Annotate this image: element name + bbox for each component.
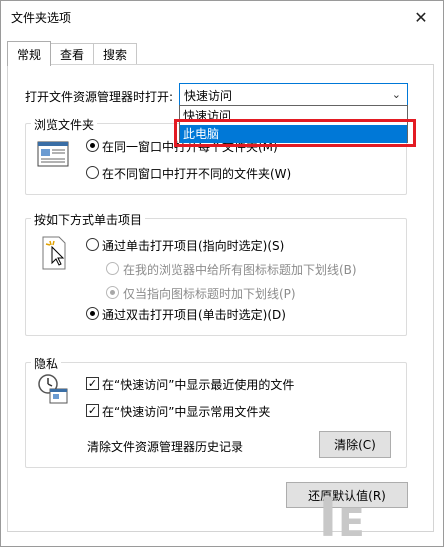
tab-general[interactable]: 常规 <box>7 41 52 66</box>
checkbox-show-recent[interactable]: ✓ <box>86 377 99 390</box>
highlight-annotation <box>174 119 416 147</box>
checkbox-show-recent-label: 在“快速访问”中显示最近使用的文件 <box>102 378 295 392</box>
click-items-title: 按如下方式单击项目 <box>31 211 146 228</box>
chevron-down-icon: ⌄ <box>391 88 401 101</box>
folder-window-icon <box>37 141 69 167</box>
radio-underline-all-label: 在我的浏览器中给所有图标标题加下划线(B) <box>123 263 357 277</box>
radio-new-window[interactable] <box>86 166 99 179</box>
radio-single-click[interactable] <box>86 238 99 251</box>
radio-new-window-label: 在不同窗口中打开不同的文件夹(W) <box>102 167 292 181</box>
watermark-logo: lᴇ <box>319 489 366 547</box>
window-title: 文件夹选项 <box>11 11 72 25</box>
radio-single-click-label: 通过单击打开项目(指向时选定)(S) <box>102 239 285 253</box>
close-button[interactable]: ✕ <box>399 1 443 33</box>
tab-search[interactable]: 搜索 <box>93 43 138 65</box>
title-bar: 文件夹选项 ✕ <box>1 1 443 35</box>
radio-double-click[interactable] <box>86 307 99 320</box>
clear-history-label: 清除文件资源管理器历史记录 <box>87 440 244 454</box>
open-in-selected-value: 快速访问 <box>184 89 233 103</box>
radio-underline-all[interactable] <box>106 262 119 275</box>
checkbox-show-frequent[interactable]: ✓ <box>86 404 99 417</box>
browse-folders-title: 浏览文件夹 <box>31 116 98 133</box>
radio-underline-hover-label: 仅当指向图标标题时加下划线(P) <box>123 287 296 301</box>
privacy-clock-icon <box>38 374 68 404</box>
radio-underline-hover[interactable] <box>106 286 119 299</box>
clear-history-button[interactable]: 清除(C) <box>319 431 391 458</box>
folder-options-dialog: 文件夹选项 ✕ 常规 查看 搜索 打开文件资源管理器时打开: 快速访问 ⌄ 快速… <box>0 0 444 547</box>
checkbox-show-frequent-label: 在“快速访问”中显示常用文件夹 <box>102 405 271 419</box>
tab-view[interactable]: 查看 <box>50 43 95 65</box>
radio-same-window[interactable] <box>86 139 99 152</box>
radio-double-click-label: 通过双击打开项目(单击时选定)(D) <box>102 308 286 322</box>
tab-strip: 常规 查看 搜索 <box>7 41 138 66</box>
privacy-title: 隐私 <box>31 355 62 372</box>
open-in-select[interactable]: 快速访问 ⌄ <box>179 83 408 106</box>
click-cursor-icon <box>42 236 66 270</box>
open-in-label: 打开文件资源管理器时打开: <box>25 90 174 104</box>
